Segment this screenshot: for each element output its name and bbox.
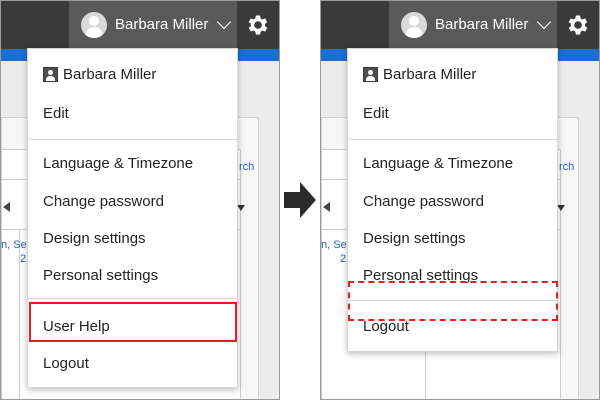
menu-item-profile[interactable]: Barbara Miller: [28, 59, 237, 89]
menu-item-design-settings[interactable]: Design settings: [28, 223, 237, 253]
menu-item-label: Logout: [43, 354, 89, 372]
menu-separator: [28, 298, 237, 299]
background-link-fragment: rch: [559, 161, 575, 173]
menu-item-change-password[interactable]: Change password: [348, 186, 557, 216]
menu-item-label: Edit: [43, 104, 69, 122]
user-name: Barbara Miller: [435, 16, 529, 33]
background-event-fragment: 2: [20, 253, 27, 265]
menu-item-personal-settings[interactable]: Personal settings: [28, 260, 237, 290]
background-link-fragment: rch: [239, 161, 255, 173]
user-dropdown-menu: Barbara Miller Edit Language & Timezone …: [347, 48, 558, 352]
menu-item-label: Change password: [363, 192, 484, 210]
gear-icon[interactable]: [245, 12, 271, 38]
user-help-highlight: [29, 302, 237, 342]
after-panel: rch n, Se 2 Barbara Miller Barbara Mille…: [320, 0, 600, 400]
menu-item-label: Language & Timezone: [363, 154, 514, 172]
menu-item-edit[interactable]: Edit: [28, 98, 237, 128]
menu-item-profile[interactable]: Barbara Miller: [348, 59, 557, 89]
prev-arrow-icon: [323, 202, 330, 212]
menu-item-logout[interactable]: Logout: [28, 348, 237, 378]
background-event-fragment: n, Se: [1, 239, 27, 251]
prev-arrow-icon: [3, 202, 10, 212]
menu-item-label: Logout: [363, 317, 409, 335]
arrow-right-icon: [284, 182, 316, 218]
menu-separator: [28, 139, 237, 140]
menu-item-label: Language & Timezone: [43, 154, 194, 172]
menu-item-label: Personal settings: [43, 266, 159, 284]
dropdown-arrow-icon: [237, 205, 245, 211]
chevron-down-icon: [536, 14, 552, 30]
menu-item-logout[interactable]: Logout: [348, 311, 557, 341]
background-event-fragment: 2: [340, 253, 347, 265]
menu-item-language-timezone[interactable]: Language & Timezone: [348, 148, 557, 178]
menu-item-language-timezone[interactable]: Language & Timezone: [28, 148, 237, 178]
user-menu-button[interactable]: Barbara Miller: [389, 1, 557, 49]
menu-item-label: Barbara Miller: [383, 65, 477, 83]
user-menu-button[interactable]: Barbara Miller: [69, 1, 237, 49]
before-panel: rch n, Se 2 Barbara Miller Barbara Mille…: [0, 0, 280, 400]
menu-item-edit[interactable]: Edit: [348, 98, 557, 128]
user-avatar-icon: [81, 12, 107, 38]
user-icon: [43, 66, 58, 82]
menu-item-label: Design settings: [43, 229, 146, 247]
menu-item-label: Change password: [43, 192, 164, 210]
user-dropdown-menu: Barbara Miller Edit Language & Timezone …: [27, 48, 238, 388]
menu-item-design-settings[interactable]: Design settings: [348, 223, 557, 253]
gear-icon[interactable]: [565, 12, 591, 38]
menu-item-label: Design settings: [363, 229, 466, 247]
menu-item-label: Barbara Miller: [63, 65, 157, 83]
dropdown-arrow-icon: [557, 205, 565, 211]
menu-separator: [348, 139, 557, 140]
menu-item-change-password[interactable]: Change password: [28, 186, 237, 216]
menu-item-label: Edit: [363, 104, 389, 122]
user-icon: [363, 66, 378, 82]
user-name: Barbara Miller: [115, 16, 209, 33]
user-avatar-icon: [401, 12, 427, 38]
background-event-fragment: n, Se: [321, 239, 347, 251]
chevron-down-icon: [216, 14, 232, 30]
